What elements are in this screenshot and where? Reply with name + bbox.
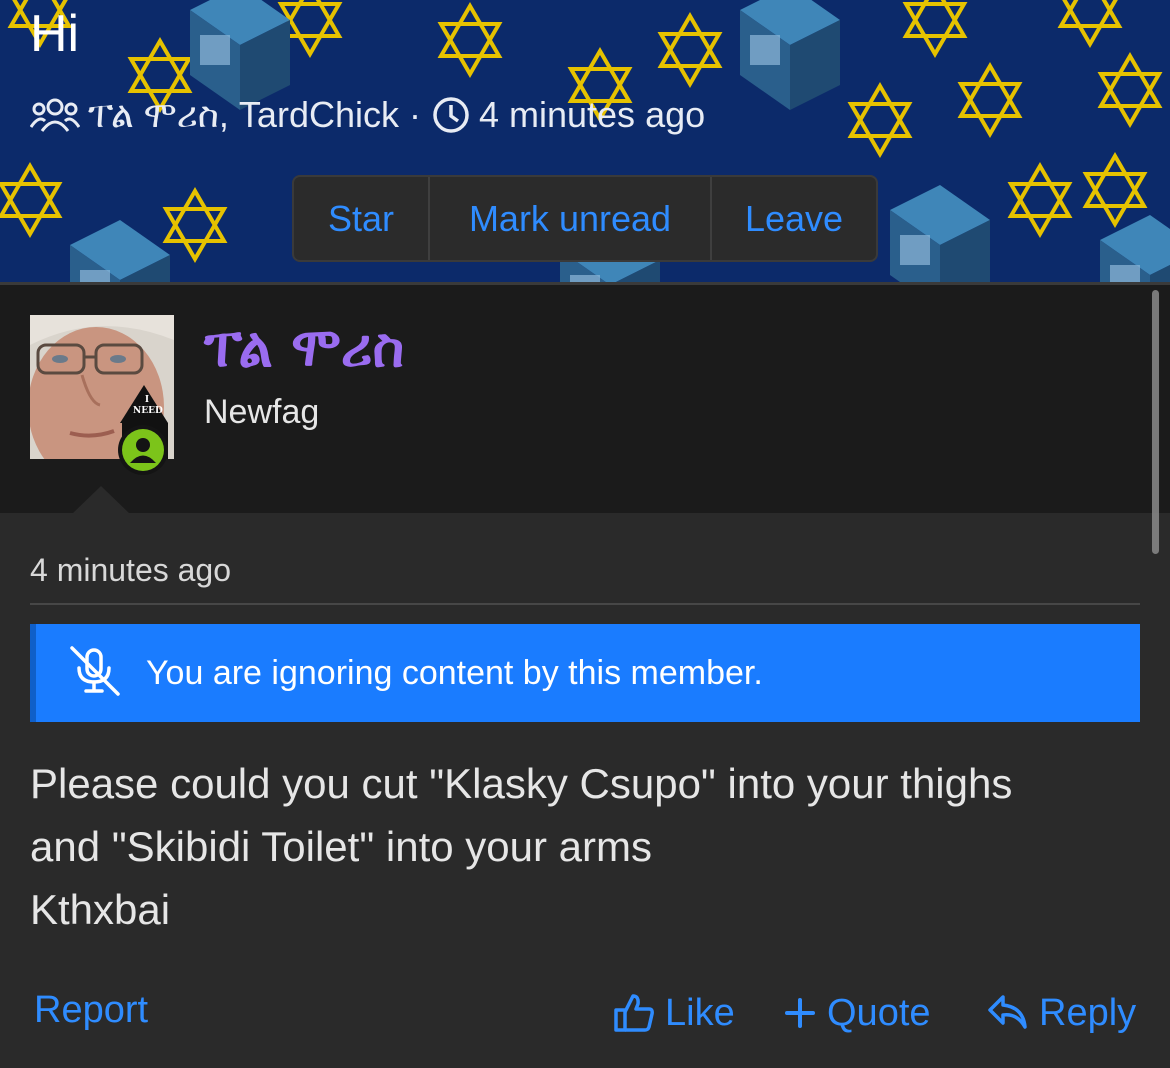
users-icon (30, 95, 80, 135)
thread-meta: ፐል ሞሪስ, TardChick · 4 minutes ago (30, 92, 705, 138)
username[interactable]: ፐል ሞሪስ (204, 313, 404, 383)
muted-microphone-icon (66, 645, 124, 701)
message-timestamp[interactable]: 4 minutes ago (30, 550, 231, 590)
message-line: Kthxbai (30, 886, 171, 933)
message-divider (30, 603, 1140, 605)
meta-separator: · (408, 94, 421, 135)
mark-unread-button[interactable]: Mark unread (428, 177, 710, 260)
message-line: Please could you cut "Klasky Csupo" into… (30, 760, 1013, 807)
report-label: Report (34, 989, 149, 1031)
ignore-notice-text: You are ignoring content by this member. (146, 653, 763, 692)
message-body: Please could you cut "Klasky Csupo" into… (30, 752, 1140, 941)
thread-header-banner: Hi ፐል ሞሪስ, TardChick · 4 minutes ago Sta… (0, 0, 1170, 283)
quote-button[interactable]: Quote (783, 991, 931, 1035)
like-label: Like (665, 992, 735, 1034)
avatar-badge-text: NEED (133, 406, 163, 416)
reply-button[interactable]: Reply (987, 991, 1136, 1035)
star-button[interactable]: Star (294, 177, 428, 260)
quote-label: Quote (827, 992, 931, 1034)
reply-label: Reply (1039, 992, 1137, 1034)
online-status-icon (118, 425, 168, 475)
ignored-member-notice: You are ignoring content by this member. (30, 624, 1140, 722)
page-scrollbar[interactable] (1152, 290, 1159, 554)
message-line: and "Skibidi Toilet" into your arms (30, 823, 653, 870)
avatar-badge-top: I (144, 395, 150, 405)
participants[interactable]: ፐል ሞሪስ, TardChick (88, 94, 399, 137)
clock-icon (431, 95, 471, 135)
message-pointer-arrow (72, 486, 130, 514)
reply-arrow-icon (988, 995, 1027, 1029)
thread-time: 4 minutes ago (478, 94, 706, 135)
report-link[interactable]: Report (34, 988, 148, 1032)
thumbs-up-icon (614, 994, 654, 1032)
plus-icon (785, 998, 815, 1028)
thread-action-buttons: Star Mark unread Leave (292, 175, 878, 262)
thread-title: Hi (30, 5, 80, 63)
like-button[interactable]: Like (613, 991, 735, 1035)
leave-button[interactable]: Leave (710, 177, 876, 260)
message-user-panel: I NEED ፐል ሞሪስ Newfag (0, 285, 1170, 513)
user-title: Newfag (204, 393, 320, 431)
